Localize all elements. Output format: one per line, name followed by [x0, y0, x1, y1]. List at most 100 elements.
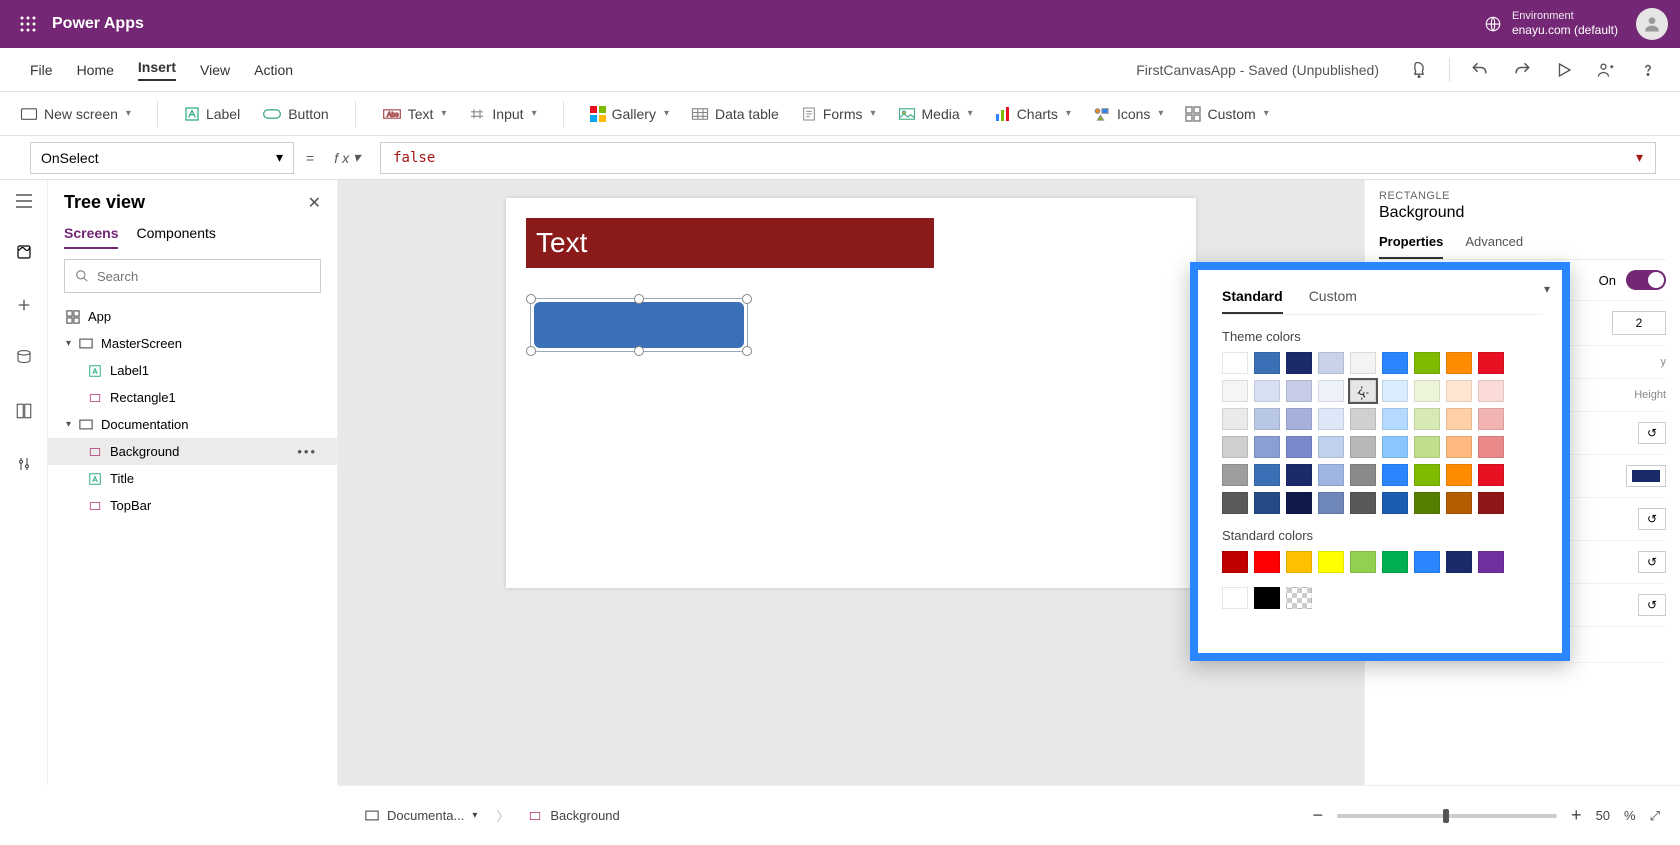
data-pane-icon[interactable] [15, 349, 33, 372]
color-swatch[interactable] [1222, 352, 1248, 374]
color-swatch[interactable] [1318, 492, 1344, 514]
redo-icon[interactable] [1510, 58, 1534, 82]
color-swatch[interactable] [1478, 492, 1504, 514]
tab-advanced[interactable]: Advanced [1465, 234, 1523, 259]
color-swatch[interactable] [1350, 380, 1376, 402]
color-swatch[interactable] [1414, 436, 1440, 458]
insert-charts-button[interactable]: Charts▾ [995, 106, 1071, 122]
color-swatch[interactable] [1446, 408, 1472, 430]
color-swatch[interactable] [1254, 551, 1280, 573]
revert-icon[interactable]: ↺ [1638, 422, 1666, 444]
app-launcher-icon[interactable] [12, 8, 44, 40]
color-swatch[interactable] [1222, 408, 1248, 430]
insert-text-button[interactable]: Abc Text▾ [382, 106, 447, 122]
color-swatch[interactable] [1222, 464, 1248, 486]
color-swatch[interactable] [1350, 436, 1376, 458]
insert-gallery-button[interactable]: Gallery▾ [590, 106, 669, 122]
color-swatch[interactable] [1286, 380, 1312, 402]
new-screen-button[interactable]: New screen▾ [20, 106, 131, 122]
color-swatch[interactable] [1350, 408, 1376, 430]
color-swatch[interactable] [1414, 380, 1440, 402]
insert-custom-button[interactable]: Custom▾ [1185, 106, 1268, 122]
fit-screen-icon[interactable]: ⤢ [1650, 808, 1660, 824]
color-swatch[interactable] [1446, 464, 1472, 486]
color-swatch[interactable] [1222, 587, 1248, 609]
color-swatch[interactable] [1286, 587, 1312, 609]
tab-screens[interactable]: Screens [64, 225, 118, 249]
color-swatch[interactable] [1382, 380, 1408, 402]
color-swatch[interactable] [1222, 551, 1248, 573]
breadcrumb-selection[interactable]: Background [521, 803, 626, 828]
tree-node-topbar[interactable]: TopBar [48, 492, 337, 519]
color-swatch[interactable] [1446, 492, 1472, 514]
collapse-icon[interactable]: ▾ [1544, 282, 1550, 296]
zoom-in-button[interactable]: + [1571, 805, 1582, 826]
tree-node-documentation[interactable]: ▾ Documentation [48, 411, 337, 438]
advanced-tools-icon[interactable] [15, 455, 33, 478]
color-swatch[interactable] [1382, 551, 1408, 573]
tree-node-title[interactable]: Title [48, 465, 337, 492]
color-swatch[interactable] [1318, 380, 1344, 402]
color-swatch[interactable] [1478, 352, 1504, 374]
color-swatch[interactable] [1382, 352, 1408, 374]
color-swatch[interactable] [1318, 408, 1344, 430]
color-swatch[interactable] [1478, 408, 1504, 430]
color-swatch[interactable] [1318, 551, 1344, 573]
color-swatch[interactable] [1446, 380, 1472, 402]
colorpicker-tab-standard[interactable]: Standard [1222, 288, 1283, 314]
app-checker-icon[interactable] [1407, 58, 1431, 82]
menu-file[interactable]: File [30, 62, 53, 78]
revert-icon-3[interactable]: ↺ [1638, 551, 1666, 573]
color-swatch[interactable] [1350, 464, 1376, 486]
environment-picker[interactable]: Environment enayu.com (default) [1484, 10, 1618, 38]
search-input[interactable] [97, 269, 310, 284]
color-swatch[interactable] [1318, 436, 1344, 458]
more-icon[interactable]: ••• [297, 444, 327, 459]
color-swatch[interactable] [1286, 551, 1312, 573]
color-swatch[interactable] [1286, 436, 1312, 458]
menu-action[interactable]: Action [254, 62, 293, 78]
tree-node-masterscreen[interactable]: ▾ MasterScreen [48, 330, 337, 357]
insert-label-button[interactable]: Label [184, 106, 240, 122]
color-swatch[interactable] [1318, 464, 1344, 486]
share-icon[interactable] [1594, 58, 1618, 82]
screen-canvas[interactable]: Text [506, 198, 1196, 588]
color-swatch[interactable] [1414, 408, 1440, 430]
color-swatch[interactable] [1414, 492, 1440, 514]
fill-color-swatch[interactable] [1626, 465, 1666, 487]
color-swatch[interactable] [1254, 380, 1280, 402]
color-swatch[interactable] [1254, 464, 1280, 486]
color-swatch[interactable] [1478, 551, 1504, 573]
color-swatch[interactable] [1286, 464, 1312, 486]
color-swatch[interactable] [1478, 436, 1504, 458]
color-swatch[interactable] [1414, 352, 1440, 374]
insert-input-button[interactable]: Input▾ [468, 106, 536, 122]
undo-icon[interactable] [1468, 58, 1492, 82]
play-icon[interactable] [1552, 58, 1576, 82]
zoom-slider[interactable] [1337, 814, 1557, 818]
color-swatch[interactable] [1478, 464, 1504, 486]
hamburger-icon[interactable] [15, 194, 33, 213]
user-avatar[interactable] [1636, 8, 1668, 40]
color-swatch[interactable] [1382, 436, 1408, 458]
revert-icon-2[interactable]: ↺ [1638, 508, 1666, 530]
revert-icon-4[interactable]: ↺ [1638, 594, 1666, 616]
canvas-label-text[interactable]: Text [526, 218, 934, 268]
colorpicker-tab-custom[interactable]: Custom [1309, 288, 1357, 314]
color-swatch[interactable] [1350, 551, 1376, 573]
color-swatch[interactable] [1414, 464, 1440, 486]
color-swatch[interactable] [1382, 464, 1408, 486]
color-swatch[interactable] [1382, 408, 1408, 430]
color-swatch[interactable] [1446, 352, 1472, 374]
display-toggle[interactable] [1626, 270, 1666, 290]
color-swatch[interactable] [1350, 492, 1376, 514]
color-swatch[interactable] [1222, 380, 1248, 402]
color-swatch[interactable] [1446, 436, 1472, 458]
help-icon[interactable] [1636, 58, 1660, 82]
menu-view[interactable]: View [200, 62, 230, 78]
tree-node-app[interactable]: App [48, 303, 337, 330]
insert-button-button[interactable]: Button [262, 106, 328, 122]
tree-view-icon[interactable] [15, 243, 33, 266]
color-swatch[interactable] [1254, 587, 1280, 609]
insert-media-button[interactable]: Media▾ [898, 106, 973, 122]
